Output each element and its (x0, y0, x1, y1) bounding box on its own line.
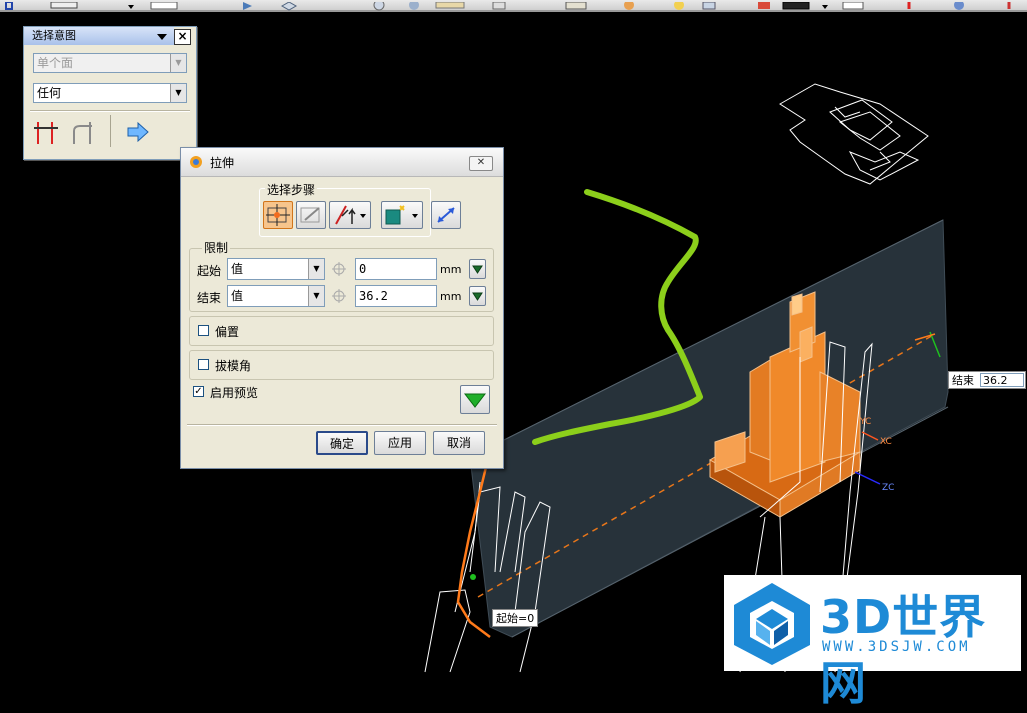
draft-label: 拔模角 (215, 359, 252, 373)
panel-menu-icon[interactable] (157, 31, 167, 41)
toolbar-globe-icon[interactable] (950, 0, 968, 10)
offset-label: 偏置 (215, 325, 240, 339)
tools-divider (110, 115, 111, 147)
toolbar-red-icon[interactable] (755, 0, 773, 9)
follow-fillet-icon[interactable] (68, 119, 98, 148)
toolbar-sphere-icon[interactable] (370, 0, 388, 11)
panel-divider (30, 110, 190, 112)
chevron-down-icon[interactable]: ▼ (308, 286, 324, 306)
show-result-button[interactable] (460, 385, 490, 414)
close-icon[interactable]: ✕ (469, 156, 493, 171)
reverse-direction-button[interactable] (431, 201, 461, 229)
wireframe-part (779, 83, 929, 185)
toolbar-layer-icon[interactable] (490, 0, 508, 10)
limits-label: 限制 (202, 239, 231, 256)
toolbar-chart-icon[interactable] (842, 0, 866, 10)
toolbar-arrow-icon[interactable] (240, 0, 258, 10)
start-type-value: 值 (231, 262, 244, 276)
axis-xc-label: XC (880, 437, 892, 447)
start-unit: mm (440, 263, 462, 276)
preview-checkbox[interactable]: ✓ (193, 386, 204, 397)
nx-app-icon (189, 155, 203, 169)
start-label: 起始 (197, 264, 222, 278)
logo-cube-icon (730, 579, 814, 670)
toolbar-display-icon[interactable] (782, 0, 812, 10)
preview-label: 启用预览 (210, 386, 259, 400)
vector-method-dropdown[interactable] (329, 201, 371, 229)
end-tag-input[interactable]: 36.2 (980, 373, 1024, 387)
arrow-right-icon[interactable] (126, 121, 150, 146)
toolbar-image-icon[interactable] (565, 0, 589, 10)
selection-intent-panel: 选择意图 × 单个面 ▼ 任何 ▼ (23, 26, 197, 160)
end-unit: mm (440, 290, 462, 303)
cancel-button[interactable]: 取消 (433, 431, 485, 455)
formula-icon[interactable] (331, 288, 347, 307)
toolbar-box-icon[interactable] (700, 0, 718, 10)
curve-rule-select[interactable]: 任何 ▼ (33, 83, 187, 103)
direction-step-button[interactable] (296, 201, 326, 229)
toolbar-window-icon[interactable] (50, 0, 80, 9)
chevron-down-icon[interactable]: ▼ (170, 84, 186, 102)
end-options-button[interactable] (469, 286, 486, 306)
selection-panel-title: 选择意图 (24, 27, 174, 45)
start-type-select[interactable]: 值 ▼ (227, 258, 325, 280)
offset-checkbox[interactable] (198, 325, 209, 336)
toolbar-dropdown2-icon[interactable] (818, 0, 836, 9)
selection-tools (30, 115, 190, 149)
section-string-step-button[interactable] (263, 201, 293, 229)
end-distance-input[interactable]: 36.2 (355, 285, 437, 307)
apply-button[interactable]: 应用 (374, 431, 426, 455)
start-distance-input[interactable]: 0 (355, 258, 437, 280)
stop-at-intersection-icon[interactable] (32, 119, 62, 148)
toolbar-star-icon[interactable] (670, 0, 688, 10)
end-label: 结束 (197, 291, 222, 305)
extrude-dialog: 拉伸 ✕ 选择步骤 限制 起始 值 ▼ 0 mm 结束 值 ▼ 36.2 mm (180, 147, 504, 469)
face-rule-select: 单个面 ▼ (33, 53, 187, 73)
ok-button[interactable]: 确定 (316, 431, 368, 455)
logo-url: WWW.3DSJW.COM (822, 639, 971, 655)
selection-steps-label: 选择步骤 (265, 181, 318, 198)
toolbar-shade-icon[interactable] (405, 0, 423, 10)
end-type-select[interactable]: 值 ▼ (227, 285, 325, 307)
dialog-title: 拉伸 (210, 156, 235, 170)
close-icon[interactable]: × (174, 29, 191, 45)
main-toolbar (0, 0, 1027, 12)
toolbar-ruler-icon[interactable] (435, 0, 465, 9)
end-distance-tag[interactable]: 结束 36.2 (948, 371, 1026, 389)
curve-rule-value: 任何 (37, 86, 62, 100)
toolbar-tool-icon[interactable] (1000, 0, 1018, 9)
chevron-down-icon[interactable]: ▼ (308, 259, 324, 279)
toolbar-lock-icon[interactable] (2, 0, 20, 10)
toolbar-color-icon[interactable] (620, 0, 638, 10)
dialog-divider (187, 424, 497, 426)
toolbar-pin-icon[interactable] (900, 0, 918, 9)
watermark-logo: 3D世界网 WWW.3DSJW.COM (724, 575, 1021, 710)
toolbar-dropdown-icon[interactable] (124, 0, 142, 9)
axis-zc-label: ZC (882, 483, 894, 493)
start-distance-tag[interactable]: 起始=0 (492, 609, 538, 627)
chevron-down-icon: ▼ (170, 54, 186, 72)
formula-icon[interactable] (331, 261, 347, 280)
start-options-button[interactable] (469, 259, 486, 279)
dialog-title-bar[interactable]: 拉伸 ✕ (181, 148, 503, 177)
end-tag-label: 结束 (952, 374, 974, 387)
face-rule-value: 单个面 (37, 56, 74, 70)
toolbar-cube-icon[interactable] (280, 0, 298, 11)
axis-yc-label: YC (859, 417, 871, 427)
target-body-dropdown[interactable] (381, 201, 423, 229)
end-type-value: 值 (231, 289, 244, 303)
toolbar-view-icon[interactable] (150, 0, 180, 10)
draft-checkbox[interactable] (198, 359, 209, 370)
